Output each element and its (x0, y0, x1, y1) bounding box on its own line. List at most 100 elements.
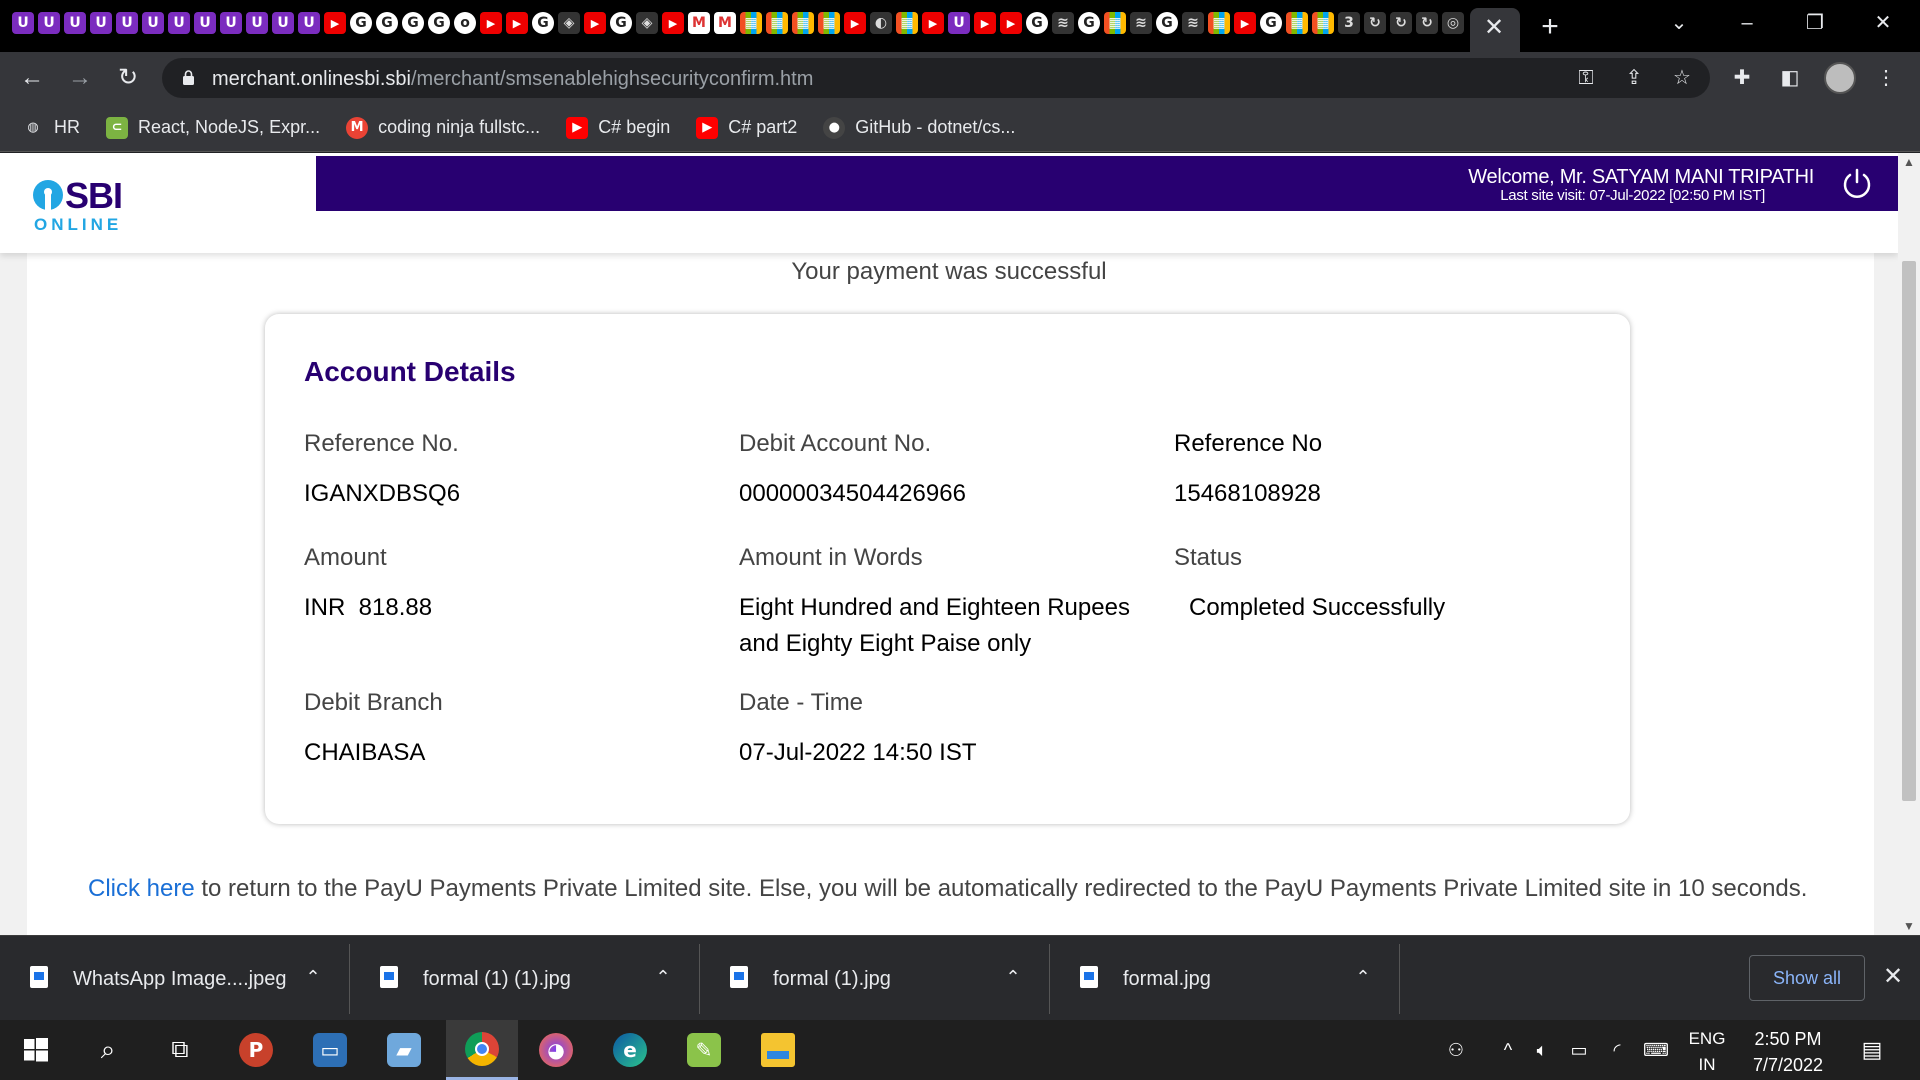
tab-favicon-icon[interactable]: ▦ (1208, 12, 1230, 34)
task-view-icon[interactable]: ⧉ (144, 1020, 216, 1080)
download-item[interactable]: formal (1).jpg ⌃ (700, 944, 1050, 1014)
bookmark-item[interactable]: ⊂ React, NodeJS, Expr... (106, 116, 320, 139)
chevron-up-icon[interactable]: ⌃ (300, 964, 326, 990)
scroll-down-icon[interactable]: ▼ (1898, 917, 1920, 935)
tab-favicon-icon[interactable]: G (1078, 12, 1100, 34)
chevron-up-icon[interactable]: ⌃ (650, 964, 676, 990)
tab-favicon-icon[interactable]: G (428, 12, 450, 34)
system-clock[interactable]: 2:50 PM 7/7/2022 (1738, 1026, 1838, 1078)
tab-favicon-icon[interactable]: G (1026, 12, 1048, 34)
bookmark-item[interactable]: ◍ HR (22, 117, 80, 139)
app-p-icon[interactable]: P (220, 1020, 292, 1080)
bookmark-item[interactable]: ● GitHub - dotnet/cs... (823, 116, 1015, 139)
tab-favicon-icon[interactable]: ▶ (584, 12, 606, 34)
tab-favicon-icon[interactable]: ◈ (558, 12, 580, 34)
tab-favicon-icon[interactable]: ▦ (818, 12, 840, 34)
tab-favicon-icon[interactable]: ≋ (1182, 12, 1204, 34)
tab-favicon-icon[interactable]: ◐ (870, 12, 892, 34)
show-all-button[interactable]: Show all (1749, 955, 1865, 1001)
search-icon[interactable]: ⌕ (72, 1020, 144, 1080)
tab-favicon-icon[interactable]: U (298, 12, 320, 34)
tab-favicon-icon[interactable]: U (246, 12, 268, 34)
notification-icon[interactable]: ▤ (1852, 1020, 1892, 1080)
tab-search-chevron-icon[interactable]: ⌄ (1656, 6, 1702, 40)
tab-favicon-icon[interactable]: G (1156, 12, 1178, 34)
tab-favicon-icon[interactable]: ↻ (1390, 12, 1412, 34)
chevron-up-icon[interactable]: ⌃ (1000, 964, 1026, 990)
tab-favicon-icon[interactable]: ▦ (740, 12, 762, 34)
tab-favicon-icon[interactable]: ▶ (1000, 12, 1022, 34)
tab-favicon-icon[interactable]: ▦ (792, 12, 814, 34)
this-pc-icon[interactable]: ▭ (294, 1020, 366, 1080)
volume-icon[interactable]: 🔈︎ (1524, 1020, 1560, 1080)
tab-close-icon[interactable]: ✕ (1478, 13, 1510, 45)
forward-arrow-icon[interactable]: → (62, 60, 98, 96)
edge-icon[interactable]: e (594, 1020, 666, 1080)
tab-favicon-icon[interactable]: U (142, 12, 164, 34)
tab-favicon-icon[interactable]: ↻ (1364, 12, 1386, 34)
tab-favicon-icon[interactable]: ▦ (1104, 12, 1126, 34)
tab-favicon-icon[interactable]: ▦ (1312, 12, 1334, 34)
chrome-icon[interactable] (446, 1020, 518, 1080)
tab-favicon-icon[interactable]: U (38, 12, 60, 34)
tab-favicon-icon[interactable]: G (532, 12, 554, 34)
profile-avatar[interactable] (1824, 62, 1856, 94)
restore-icon[interactable]: ❐ (1792, 6, 1838, 40)
url-text[interactable]: merchant.onlinesbi.sbi/merchant/smsenabl… (212, 68, 813, 91)
notepad-plus-icon[interactable]: ✎ (668, 1020, 740, 1080)
tab-favicon-icon[interactable]: ◎ (1442, 12, 1464, 34)
bookmark-item[interactable]: ▶ C# begin (566, 116, 670, 139)
new-tab-button[interactable]: + (1532, 10, 1568, 46)
tab-favicon-icon[interactable]: ▦ (1286, 12, 1308, 34)
file-explorer-icon[interactable] (742, 1020, 814, 1080)
tab-favicon-icon[interactable]: U (116, 12, 138, 34)
download-item[interactable]: formal (1) (1).jpg ⌃ (350, 944, 700, 1014)
tab-favicon-icon[interactable]: ↻ (1416, 12, 1438, 34)
tab-favicon-icon[interactable]: U (948, 12, 970, 34)
minimize-icon[interactable]: – (1724, 6, 1770, 40)
tab-favicon-icon[interactable]: ◈ (636, 12, 658, 34)
tab-favicon-icon[interactable]: 3 (1338, 12, 1360, 34)
tab-favicon-icon[interactable]: G (376, 12, 398, 34)
download-item[interactable]: formal.jpg ⌃ (1050, 944, 1400, 1014)
language-indicator[interactable]: ENG IN (1678, 1026, 1736, 1078)
tab-favicon-icon[interactable]: ▦ (896, 12, 918, 34)
tab-favicon-icon[interactable]: U (12, 12, 34, 34)
address-bar[interactable]: merchant.onlinesbi.sbi/merchant/smsenabl… (162, 58, 1710, 98)
tab-favicon-icon[interactable]: U (90, 12, 112, 34)
share-icon[interactable]: ⇪ (1620, 64, 1648, 92)
tab-favicon-icon[interactable]: G (610, 12, 632, 34)
tab-favicons[interactable]: U U U U U U U U U U U U ▶ G G G Go ▶ ▶ G ◈ ▶ G ◈ ▶ M M ▦ ▦ ▦ ▦ ▶ ◐ ▦ ▶ U ▶ ▶ G… (12, 12, 1464, 40)
extensions-puzzle-icon[interactable]: ✚ (1728, 64, 1756, 92)
tab-favicon-icon[interactable]: U (272, 12, 294, 34)
tab-favicon-icon[interactable]: G (350, 12, 372, 34)
bookmark-star-icon[interactable]: ☆ (1668, 64, 1696, 92)
tab-favicon-icon[interactable]: ▶ (974, 12, 996, 34)
tab-favicon-icon[interactable]: ▶ (1234, 12, 1256, 34)
lock-icon[interactable] (182, 70, 195, 86)
tab-favicon-icon[interactable]: ▶ (506, 12, 528, 34)
back-arrow-icon[interactable]: ← (14, 60, 50, 96)
tab-favicon-icon[interactable]: ▶ (480, 12, 502, 34)
menu-kebab-icon[interactable]: ⋮ (1872, 64, 1900, 92)
tab-favicon-icon[interactable]: ▶ (922, 12, 944, 34)
firefox-icon[interactable]: ◕ (520, 1020, 592, 1080)
scroll-thumb[interactable] (1902, 261, 1916, 801)
tab-favicon-icon[interactable]: ▶ (324, 12, 346, 34)
tab-favicon-icon[interactable]: U (168, 12, 190, 34)
tab-favicon-icon[interactable]: G (402, 12, 424, 34)
tab-favicon-icon[interactable]: ≋ (1052, 12, 1074, 34)
key-icon[interactable]: ⚿ (1572, 64, 1600, 92)
tab-favicon-icon[interactable]: o (454, 12, 476, 34)
people-icon[interactable]: ⚇ (1436, 1020, 1476, 1080)
bookmark-item[interactable]: Mcoding ninja fullstc... (346, 116, 540, 139)
windows-start-icon[interactable] (0, 1020, 72, 1080)
bookmark-item[interactable]: ▶ C# part2 (696, 116, 797, 139)
tab-favicon-icon[interactable]: ≋ (1130, 12, 1152, 34)
tab-favicon-icon[interactable]: ▦ (766, 12, 788, 34)
page-scrollbar[interactable]: ▲ ▼ (1898, 153, 1920, 935)
tab-favicon-icon[interactable]: M (688, 12, 710, 34)
sbi-logo[interactable]: SBI ONLINE (33, 175, 143, 234)
keyboard-icon[interactable]: ⌨ (1636, 1020, 1676, 1080)
notepad-icon[interactable]: ▰ (368, 1020, 440, 1080)
